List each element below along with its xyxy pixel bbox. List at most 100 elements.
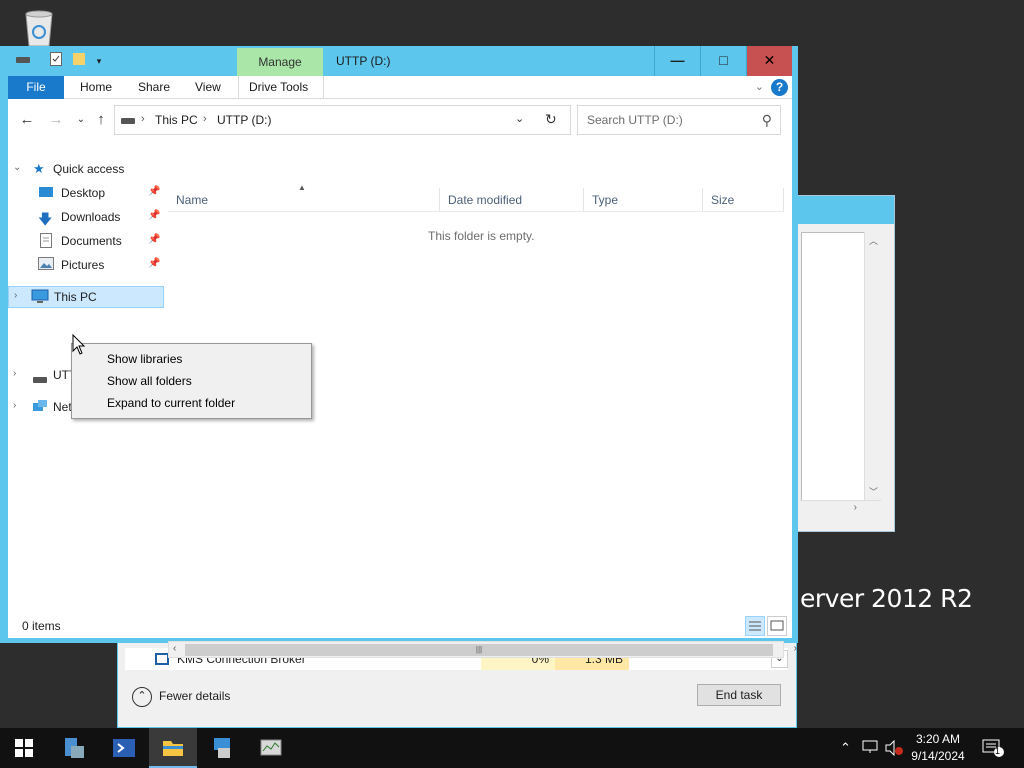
file-explorer-icon[interactable] <box>149 728 197 768</box>
sidebar-item-label: Pictures <box>61 258 105 272</box>
breadcrumb-separator[interactable]: › <box>141 113 145 125</box>
mouse-cursor-icon <box>72 333 86 356</box>
pin-icon[interactable]: 📌 <box>148 186 160 197</box>
drive-icon <box>121 118 135 124</box>
details-view-icon[interactable] <box>745 616 765 636</box>
breadcrumb-this-pc[interactable]: This PC <box>155 113 198 127</box>
sidebar-item-label: Quick access <box>53 162 125 176</box>
breadcrumb-separator[interactable]: › <box>203 113 207 125</box>
context-menu: Show libraries Show all folders Expand t… <box>71 343 312 419</box>
breadcrumb-drive[interactable]: UTTP (D:) <box>217 113 271 127</box>
show-hidden-icons-chevron-icon[interactable]: ⌃ <box>840 740 851 756</box>
background-vertical-scrollbar[interactable]: ︿ ﹀ <box>864 232 881 500</box>
tab-view[interactable]: View <box>185 76 231 99</box>
help-icon[interactable]: ? <box>771 79 788 96</box>
download-arrow-icon: 🡇 <box>38 211 53 227</box>
search-icon[interactable]: ⚲ <box>762 112 772 129</box>
scroll-right-icon[interactable]: › <box>794 643 797 654</box>
status-bar: 0 items <box>8 614 792 638</box>
tab-drive-tools[interactable]: Drive Tools <box>238 76 324 99</box>
column-type[interactable]: Type <box>584 188 703 212</box>
scroll-up-icon[interactable]: ︿ <box>869 234 878 247</box>
back-arrow-icon[interactable]: ← <box>17 111 37 129</box>
os-watermark: erver 2012 R2 <box>800 584 973 613</box>
desktop-icon <box>38 185 54 201</box>
chevron-right-icon[interactable]: › <box>13 368 16 379</box>
powershell-icon[interactable] <box>100 728 148 768</box>
notification-count: 1 <box>995 746 1001 756</box>
chevron-down-icon[interactable]: ⌄ <box>755 80 764 93</box>
action-center-icon[interactable]: 1 <box>982 738 1004 758</box>
start-button[interactable] <box>0 728 48 768</box>
background-window-titlebar[interactable] <box>797 196 894 224</box>
server-manager-icon[interactable] <box>50 728 98 768</box>
tab-home[interactable]: Home <box>70 76 122 99</box>
computer-icon <box>31 289 49 305</box>
chevron-right-icon[interactable]: › <box>14 290 17 301</box>
menu-item-expand-to-current-folder[interactable]: Expand to current folder <box>73 392 310 414</box>
column-size[interactable]: Size <box>703 188 784 212</box>
properties-icon[interactable] <box>47 52 65 70</box>
address-dropdown-icon[interactable]: ⌄ <box>515 112 524 125</box>
horizontal-scrollbar[interactable]: ‹ ||| › <box>168 641 797 658</box>
sidebar-item-this-pc[interactable]: › This PC <box>8 286 164 308</box>
sidebar-item-label: Downloads <box>61 210 121 224</box>
recent-locations-icon[interactable]: ⌄ <box>71 111 91 129</box>
background-horizontal-scrollbar[interactable]: › <box>800 500 881 517</box>
scrollbar-thumb[interactable]: ||| <box>185 644 773 656</box>
tab-manage[interactable]: Manage <box>237 48 323 76</box>
drive-icon <box>33 372 49 388</box>
sidebar-item-downloads[interactable]: 🡇 Downloads 📌 <box>8 206 164 228</box>
tab-share[interactable]: Share <box>128 76 180 99</box>
pin-icon[interactable]: 📌 <box>148 234 160 245</box>
minimize-button[interactable]: — <box>654 46 700 76</box>
sidebar-item-desktop[interactable]: Desktop 📌 <box>8 182 164 204</box>
fewer-details-link[interactable]: Fewer details <box>159 689 230 703</box>
large-icons-view-icon[interactable] <box>767 616 787 636</box>
maximize-button[interactable]: □ <box>700 46 746 76</box>
address-bar[interactable]: › This PC › UTTP (D:) ⌄ ↻ <box>114 105 571 135</box>
chevron-up-icon[interactable]: ⌃ <box>132 687 152 707</box>
chevron-right-icon[interactable]: › <box>13 400 16 411</box>
sidebar-item-quick-access[interactable]: ⌄ ★ Quick access <box>8 158 164 180</box>
network-tray-icon[interactable] <box>862 740 878 757</box>
scroll-down-icon[interactable]: ﹀ <box>869 485 878 498</box>
clock-date: 9/14/2024 <box>911 749 965 763</box>
tab-file[interactable]: File <box>8 76 64 99</box>
refresh-icon[interactable]: ↻ <box>545 111 557 128</box>
pin-icon[interactable]: 📌 <box>148 258 160 269</box>
forward-arrow-icon[interactable]: → <box>46 111 66 129</box>
scroll-left-icon[interactable]: ‹ <box>173 643 176 654</box>
window-title: UTTP (D:) <box>336 54 391 68</box>
menu-item-show-libraries[interactable]: Show libraries <box>73 348 310 370</box>
menu-item-show-all-folders[interactable]: Show all folders <box>73 370 310 392</box>
search-input[interactable]: Search UTTP (D:) ⚲ <box>577 105 781 135</box>
task-manager-icon[interactable] <box>247 728 295 768</box>
drive-icon[interactable] <box>14 52 32 70</box>
taskbar: ⌃ 3:20 AM 9/14/2024 1 <box>0 728 1024 768</box>
new-folder-icon[interactable] <box>70 52 88 70</box>
end-task-button[interactable]: End task <box>697 684 781 706</box>
sidebar-item-pictures[interactable]: Pictures 📌 <box>8 254 164 276</box>
system-clock[interactable]: 3:20 AM 9/14/2024 <box>906 731 970 765</box>
documents-icon <box>40 233 56 249</box>
pin-icon[interactable]: 📌 <box>148 210 160 221</box>
recycle-bin-icon[interactable] <box>18 6 60 48</box>
scroll-right-icon[interactable]: › <box>854 502 857 513</box>
volume-muted-icon[interactable] <box>885 739 903 759</box>
close-button[interactable]: ✕ <box>746 46 792 76</box>
column-date-modified[interactable]: Date modified <box>440 188 584 212</box>
sidebar-item-documents[interactable]: Documents 📌 <box>8 230 164 252</box>
sidebar-item-label: Documents <box>61 234 122 248</box>
up-arrow-icon[interactable]: ↑ <box>91 111 111 129</box>
navigation-bar: ← → ⌄ ↑ › This PC › UTTP (D:) ⌄ ↻ Search… <box>8 99 792 141</box>
remote-desktop-icon[interactable] <box>198 728 246 768</box>
customize-toolbar-icon[interactable]: ▾ <box>90 52 108 70</box>
chevron-down-icon[interactable]: ⌄ <box>13 162 21 173</box>
column-header: Name ▲ Date modified Type Size <box>168 183 784 212</box>
ribbon-tabs: File Home Share View Drive Tools ⌄ ? <box>8 76 792 99</box>
process-icon <box>155 653 169 665</box>
clock-time: 3:20 AM <box>915 732 961 746</box>
title-bar[interactable]: ▾ Manage UTTP (D:) — □ ✕ <box>0 46 798 76</box>
sort-ascending-icon: ▲ <box>298 183 306 192</box>
